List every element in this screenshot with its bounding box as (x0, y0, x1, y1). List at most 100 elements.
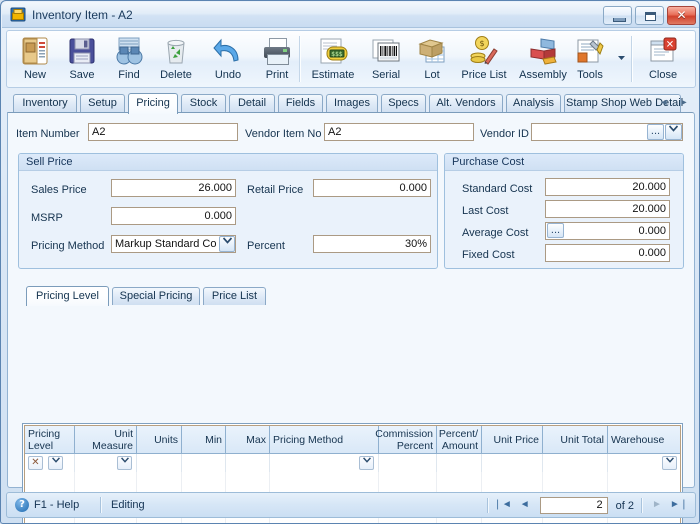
assembly-icon (527, 35, 559, 67)
floppy-disk-icon (66, 35, 98, 67)
tab-inventory[interactable]: Inventory (13, 94, 77, 113)
toolbar-button-undo[interactable]: Undo (207, 33, 249, 87)
grid-cell-unit-measure[interactable] (75, 454, 137, 472)
tab-scroll-prev-icon[interactable]: ◄ (655, 94, 673, 112)
toolbar-button-save[interactable]: Save (62, 33, 102, 87)
toolbar-label-lot: Lot (424, 69, 440, 81)
toolbar-label-close: Close (648, 69, 678, 81)
tab-images[interactable]: Images (326, 94, 378, 113)
grid-cell-pricing-level[interactable]: ✕ (25, 454, 75, 472)
help-hint[interactable]: ? F1 - Help (15, 498, 79, 512)
grid-cell-units[interactable] (137, 454, 182, 472)
close-window-icon: ✕ (647, 35, 679, 67)
vendor-item-no-input[interactable]: A2 (324, 123, 474, 141)
toolbar-button-new[interactable]: New (15, 33, 55, 87)
close-icon: ✕ (676, 8, 687, 22)
grid-cell-commission-percent[interactable] (379, 454, 437, 472)
tab-fields[interactable]: Fields (278, 94, 323, 113)
toolbar-button-close[interactable]: ✕ Close (641, 33, 685, 87)
barcode-icon (370, 35, 402, 67)
unit-measure-cell-dropdown-icon[interactable] (117, 456, 132, 470)
window-title: Inventory Item - A2 (32, 8, 133, 22)
sales-price-label: Sales Price (31, 184, 87, 196)
grid-cell-warehouse[interactable] (608, 454, 680, 472)
grid-col-min[interactable]: Min (182, 426, 226, 453)
grid-col-pricing-level[interactable]: Pricing Level (25, 426, 75, 453)
tools-dropdown-arrow-icon[interactable] (617, 53, 626, 62)
pricing-method-select[interactable]: Markup Standard Co (111, 235, 236, 253)
maximize-button[interactable] (635, 6, 664, 25)
grid-cell-pricing-method[interactable] (270, 454, 379, 472)
nav-last-button[interactable]: ►❘ (669, 496, 689, 515)
maximize-icon (645, 12, 656, 21)
minimize-icon (613, 18, 626, 22)
toolbar-button-delete[interactable]: Delete (152, 33, 200, 87)
purchase-cost-group: Purchase Cost Standard Cost 20.000 Last … (444, 153, 684, 269)
close-button[interactable]: ✕ (667, 6, 696, 25)
vendor-id-dropdown-button[interactable] (665, 124, 682, 140)
grid-col-units[interactable]: Units (137, 426, 182, 453)
grid-col-unit-price[interactable]: Unit Price (482, 426, 543, 453)
tab-setup[interactable]: Setup (80, 94, 125, 113)
toolbar-button-lot[interactable]: Lot (413, 33, 451, 87)
grid-col-unit-total[interactable]: Unit Total (543, 426, 608, 453)
toolbar-button-find[interactable]: Find (109, 33, 149, 87)
estimate-icon: $$$ (317, 35, 349, 67)
lot-box-icon (416, 35, 448, 67)
pricing-method-dropdown-icon[interactable] (219, 236, 235, 252)
tab-stock[interactable]: Stock (181, 94, 226, 113)
grid-cell-min[interactable] (182, 454, 226, 472)
average-cost-ellipsis-button[interactable]: ... (547, 223, 564, 238)
fixed-cost-input[interactable]: 0.000 (545, 244, 670, 262)
grid-cell-unit-total[interactable] (543, 454, 608, 472)
sub-tab-pricing-level[interactable]: Pricing Level (26, 286, 109, 306)
pricing-level-cell-dropdown-icon[interactable] (48, 456, 63, 470)
tab-alt-vendors[interactable]: Alt. Vendors (429, 94, 503, 113)
grid-col-pricing-method[interactable]: Pricing Method (270, 426, 379, 453)
toolbar-button-assembly[interactable]: Assembly (515, 33, 571, 87)
vendor-id-ellipsis-button[interactable]: ... (647, 124, 664, 140)
nav-next-button[interactable]: ► (647, 496, 667, 515)
toolbar-button-serial[interactable]: Serial (365, 33, 407, 87)
grid-cell-max[interactable] (226, 454, 270, 472)
sub-tab-price-list[interactable]: Price List (203, 287, 266, 305)
standard-cost-input[interactable]: 20.000 (545, 178, 670, 196)
grid-col-unit-measure[interactable]: Unit Measure (75, 426, 137, 453)
item-number-input[interactable]: A2 (88, 123, 238, 141)
nav-first-button[interactable]: ❘◄ (493, 496, 513, 515)
grid-cell-unit-price[interactable] (482, 454, 543, 472)
toolbar-label-print: Print (265, 69, 289, 81)
purchase-cost-title: Purchase Cost (445, 154, 683, 171)
vendor-id-label: Vendor ID (480, 128, 529, 140)
nav-record-input[interactable]: 2 (539, 497, 608, 514)
pricing-method-cell-dropdown-icon[interactable] (359, 456, 374, 470)
tab-scroll-next-icon[interactable]: ► (675, 94, 693, 112)
sales-price-input[interactable]: 26.000 (111, 179, 236, 197)
grid-col-percent-amount[interactable]: Percent/ Amount (437, 426, 482, 453)
msrp-input[interactable]: 0.000 (111, 207, 236, 225)
sub-tab-special-pricing[interactable]: Special Pricing (112, 287, 200, 305)
printer-icon (261, 35, 293, 67)
grid-col-warehouse[interactable]: Warehouse (608, 426, 680, 453)
row-delete-marker-icon[interactable]: ✕ (28, 456, 43, 470)
tab-pricing[interactable]: Pricing (128, 93, 178, 114)
last-cost-label: Last Cost (462, 205, 509, 217)
toolbar-button-print[interactable]: Print (257, 33, 297, 87)
minimize-button[interactable] (603, 6, 632, 25)
tab-detail[interactable]: Detail (229, 94, 275, 113)
nav-prev-button[interactable]: ◄ (515, 496, 535, 515)
percent-label: Percent (247, 240, 285, 252)
toolbar-button-tools[interactable]: Tools (568, 33, 612, 87)
toolbar-button-estimate[interactable]: $$$ Estimate (307, 33, 359, 87)
retail-price-input[interactable]: 0.000 (313, 179, 431, 197)
tab-specs[interactable]: Specs (381, 94, 426, 113)
grid-cell-percent-amount[interactable] (437, 454, 482, 472)
toolbar-button-price-list[interactable]: $ Price List (455, 33, 513, 87)
grid-col-commission-percent[interactable]: Commission Percent (375, 426, 437, 453)
grid-col-max[interactable]: Max (226, 426, 270, 453)
warehouse-cell-dropdown-icon[interactable] (662, 456, 677, 470)
percent-input[interactable]: 30% (313, 235, 431, 253)
last-cost-input[interactable]: 20.000 (545, 200, 670, 218)
fixed-cost-label: Fixed Cost (462, 249, 515, 261)
tab-analysis[interactable]: Analysis (506, 94, 561, 113)
